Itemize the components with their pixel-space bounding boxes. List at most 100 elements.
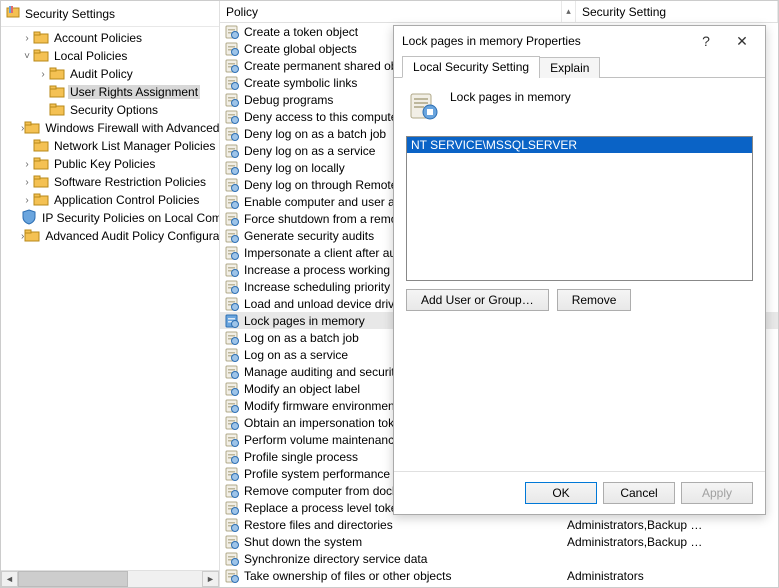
policy-name-cell: Synchronize directory service data <box>244 552 567 566</box>
policy-item-icon <box>224 347 240 363</box>
expand-icon[interactable]: › <box>21 33 33 44</box>
list-row[interactable]: Restore files and directoriesAdministrat… <box>220 516 778 533</box>
tree-item[interactable]: ˅ Local Policies <box>1 47 219 65</box>
folder-icon <box>49 101 65 119</box>
column-header-setting[interactable]: Security Setting <box>576 1 778 22</box>
remove-button[interactable]: Remove <box>557 289 632 311</box>
properties-dialog: Lock pages in memory Properties ? ✕ Loca… <box>393 25 766 515</box>
member-item[interactable]: NT SERVICE\MSSQLSERVER <box>407 137 752 153</box>
policy-name-cell: Restore files and directories <box>244 518 567 532</box>
policy-item-icon <box>224 432 240 448</box>
folder-icon <box>33 47 49 65</box>
tree-item[interactable]: ›Advanced Audit Policy Configuration <box>1 227 219 245</box>
dialog-policy-name: Lock pages in memory <box>450 90 571 104</box>
policy-item-icon <box>224 126 240 142</box>
tree-item-label: Local Policies <box>52 49 129 63</box>
security-setting-cell: Administrators,Backup … <box>567 518 778 532</box>
tree-item[interactable]: IP Security Policies on Local Compute <box>1 209 219 227</box>
folder-icon <box>33 191 49 209</box>
tab-local-security-setting[interactable]: Local Security Setting <box>402 56 540 78</box>
expand-icon[interactable]: › <box>21 195 33 206</box>
scroll-thumb[interactable] <box>18 571 128 587</box>
tree-item[interactable]: › Application Control Policies <box>1 191 219 209</box>
cancel-button[interactable]: Cancel <box>603 482 675 504</box>
policy-item-icon <box>224 245 240 261</box>
dialog-tabs: Local Security Setting Explain <box>394 56 765 78</box>
column-header-policy[interactable]: Policy <box>220 1 562 22</box>
tree-header: Security Settings <box>1 1 219 27</box>
policy-item-icon <box>224 279 240 295</box>
tree-body[interactable]: › Account Policies ˅ Local Policies ›Audit P… <box>1 27 219 570</box>
apply-button[interactable]: Apply <box>681 482 753 504</box>
policy-item-icon <box>224 500 240 516</box>
horizontal-scrollbar[interactable]: ◄ ► <box>1 570 219 587</box>
policy-item-icon <box>224 381 240 397</box>
sort-indicator-icon[interactable]: ▴ <box>562 1 576 22</box>
tree-item[interactable]: User Rights Assignment <box>1 83 219 101</box>
policy-item-icon <box>224 194 240 210</box>
folder-icon <box>33 29 49 47</box>
help-button[interactable]: ? <box>691 33 721 49</box>
tree-item[interactable]: ›Software Restriction Policies <box>1 173 219 191</box>
policy-item-icon <box>224 177 240 193</box>
tree-item-label: Advanced Audit Policy Configuration <box>43 229 219 243</box>
folder-icon <box>24 119 40 137</box>
dialog-member-buttons: Add User or Group… Remove <box>406 281 753 311</box>
tree-item[interactable]: ›Windows Firewall with Advanced Secu <box>1 119 219 137</box>
list-row[interactable]: Take ownership of files or other objects… <box>220 567 778 584</box>
policy-item-icon <box>224 228 240 244</box>
dialog-body: Lock pages in memory NT SERVICE\MSSQLSER… <box>394 78 765 471</box>
list-row[interactable]: Synchronize directory service data <box>220 550 778 567</box>
tree-item[interactable]: ›Public Key Policies <box>1 155 219 173</box>
policy-item-icon <box>224 364 240 380</box>
tree-item-label: Windows Firewall with Advanced Secu <box>43 121 219 135</box>
scroll-track[interactable] <box>18 571 202 587</box>
members-listbox[interactable]: NT SERVICE\MSSQLSERVER <box>406 136 753 281</box>
dialog-title: Lock pages in memory Properties <box>402 34 685 48</box>
policy-item-icon <box>224 143 240 159</box>
scroll-right-button[interactable]: ► <box>202 571 219 587</box>
dialog-footer-buttons: OK Cancel Apply <box>394 471 765 514</box>
ok-button[interactable]: OK <box>525 482 597 504</box>
policy-item-icon <box>224 296 240 312</box>
policy-item-icon <box>224 41 240 57</box>
tree-root-label: Security Settings <box>25 7 115 21</box>
policy-item-icon <box>224 449 240 465</box>
policy-item-icon <box>224 398 240 414</box>
tree-item[interactable]: Security Options <box>1 101 219 119</box>
tree-item[interactable]: Network List Manager Policies <box>1 137 219 155</box>
tab-explain[interactable]: Explain <box>539 57 600 78</box>
tree-item-label: IP Security Policies on Local Compute <box>40 211 219 225</box>
folder-icon <box>49 83 65 101</box>
tree-item-label: Security Options <box>68 103 160 117</box>
tree-item[interactable]: › Account Policies <box>1 29 219 47</box>
dialog-titlebar[interactable]: Lock pages in memory Properties ? ✕ <box>394 26 765 56</box>
expand-icon[interactable]: › <box>21 159 33 170</box>
folder-icon <box>49 65 65 83</box>
folder-icon <box>33 137 49 155</box>
expand-icon[interactable]: › <box>37 69 49 80</box>
add-user-or-group-button[interactable]: Add User or Group… <box>406 289 549 311</box>
policy-item-icon <box>224 551 240 567</box>
policy-item-icon <box>224 483 240 499</box>
tree-pane: Security Settings › Account Policies ˅ Loca… <box>1 1 220 587</box>
policy-item-icon <box>224 415 240 431</box>
list-row[interactable]: Shut down the systemAdministrators,Backu… <box>220 533 778 550</box>
policy-item-icon <box>224 313 240 329</box>
tree-item[interactable]: ›Audit Policy <box>1 65 219 83</box>
policy-item-icon <box>224 262 240 278</box>
folder-icon <box>24 227 40 245</box>
security-setting-cell: Administrators,Backup … <box>567 535 778 549</box>
policy-item-icon <box>224 109 240 125</box>
policy-item-icon <box>224 534 240 550</box>
expand-icon[interactable]: › <box>21 177 33 188</box>
policy-item-icon <box>224 58 240 74</box>
tree-item-label: Account Policies <box>52 31 144 45</box>
close-button[interactable]: ✕ <box>727 33 757 50</box>
policy-header-row: Lock pages in memory <box>406 86 753 136</box>
policy-item-icon <box>224 211 240 227</box>
scroll-left-button[interactable]: ◄ <box>1 571 18 587</box>
collapse-icon[interactable]: ˅ <box>21 51 33 62</box>
tree-item-label: Application Control Policies <box>52 193 201 207</box>
policy-item-icon <box>224 75 240 91</box>
